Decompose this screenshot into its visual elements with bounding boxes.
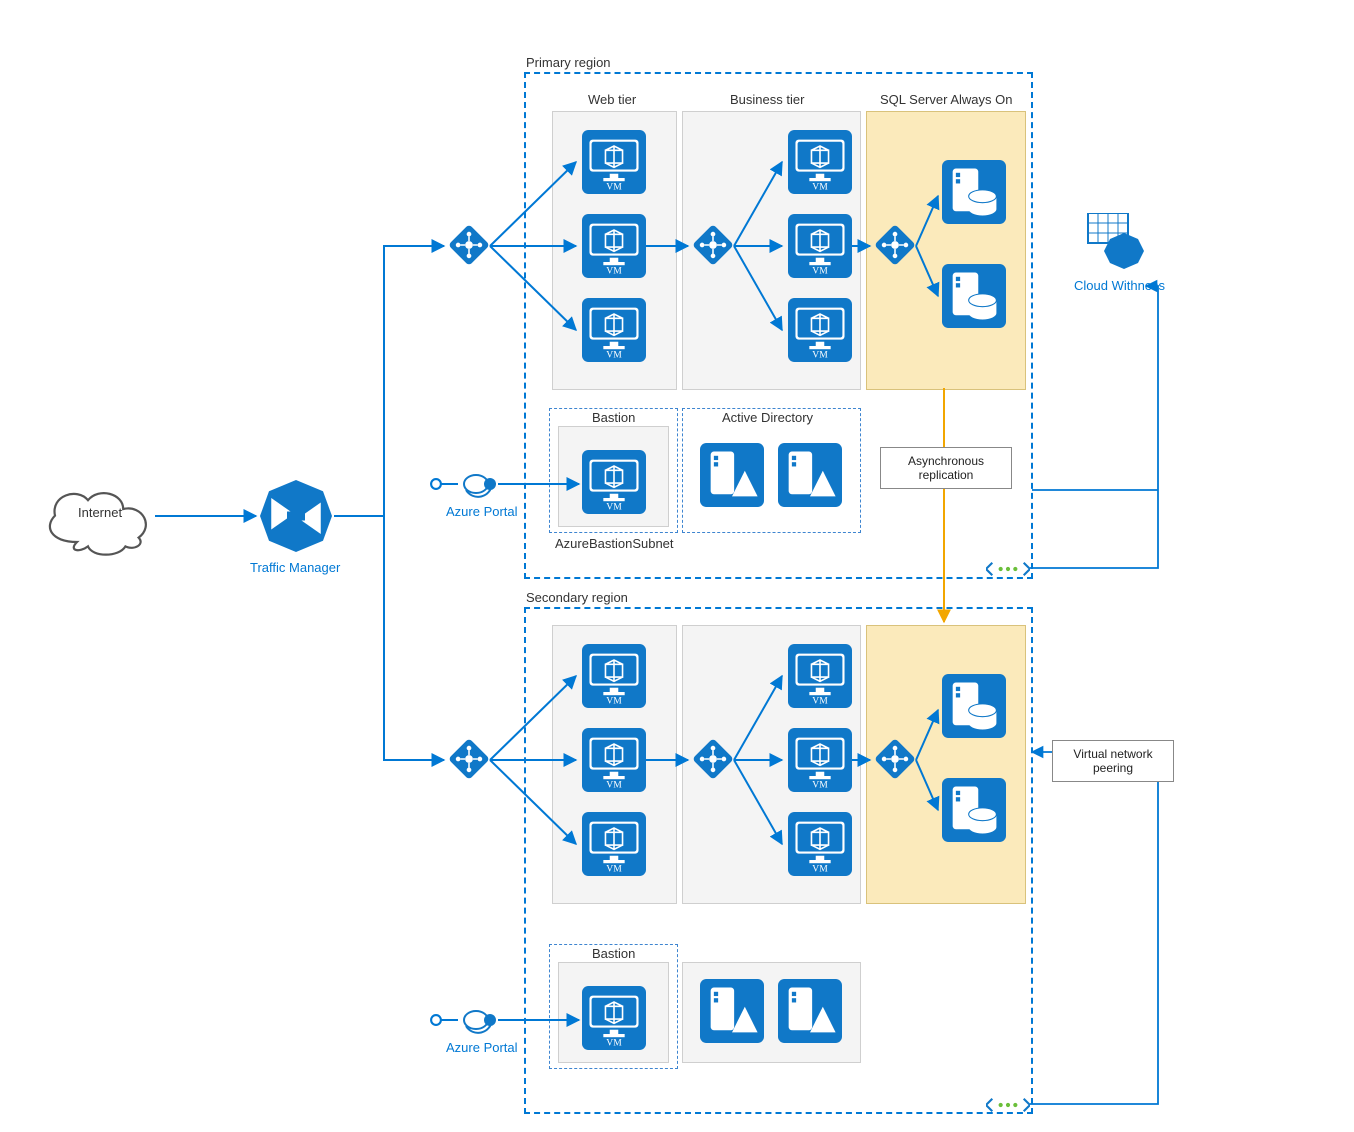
internet-label: Internet [78,505,122,520]
primary-bastion-label: Bastion [592,410,635,425]
primary-bastion-subnet-label: AzureBastionSubnet [555,536,674,551]
replication-label-1: Asynchronous [891,454,1001,468]
peering-label-2: peering [1063,761,1163,775]
primary-lb-sql [874,224,916,266]
cloud-witness-label: Cloud Withness [1074,278,1165,293]
primary-lb-biz [692,224,734,266]
secondary-sql-db-1 [942,674,1006,738]
peering-label-1: Virtual network [1063,747,1163,761]
secondary-sql-db-2 [942,778,1006,842]
primary-azure-portal-label: Azure Portal [446,504,518,519]
secondary-region-label: Secondary region [526,590,628,605]
secondary-azure-portal-icon [460,1006,498,1036]
primary-web-vm-1 [582,130,646,194]
traffic-manager-icon [260,480,332,552]
secondary-bastion-vm [582,986,646,1050]
traffic-manager-label: Traffic Manager [250,560,340,575]
secondary-bastion-label: Bastion [592,946,635,961]
primary-peering-icon [986,560,1030,578]
secondary-lb-biz [692,738,734,780]
secondary-web-vm-2 [582,728,646,792]
secondary-ad-server-1 [700,979,764,1043]
secondary-lb-web [448,738,490,780]
primary-bastion-vm [582,450,646,514]
secondary-web-vm-3 [582,812,646,876]
primary-biz-vm-3 [788,298,852,362]
secondary-lb-sql [874,738,916,780]
primary-web-tier-label: Web tier [588,92,636,107]
primary-biz-tier-label: Business tier [730,92,804,107]
secondary-biz-vm-2 [788,728,852,792]
primary-ad-server-2 [778,443,842,507]
primary-biz-vm-1 [788,130,852,194]
primary-web-vm-2 [582,214,646,278]
internet-cloud-icon [44,480,154,560]
primary-lb-web [448,224,490,266]
primary-biz-vm-2 [788,214,852,278]
primary-sql-db-2 [942,264,1006,328]
replication-label-2: replication [891,468,1001,482]
secondary-biz-vm-3 [788,812,852,876]
primary-web-vm-3 [582,298,646,362]
secondary-peering-icon [986,1096,1030,1114]
cloud-witness-icon [1086,213,1148,271]
primary-region-label: Primary region [526,55,611,70]
primary-ad-server-1 [700,443,764,507]
primary-ad-label: Active Directory [722,410,813,425]
secondary-biz-vm-1 [788,644,852,708]
secondary-web-vm-1 [582,644,646,708]
secondary-azure-portal-label: Azure Portal [446,1040,518,1055]
secondary-ad-server-2 [778,979,842,1043]
peering-callout: Virtual network peering [1052,740,1174,782]
primary-sql-tier-label: SQL Server Always On [880,92,1012,107]
replication-callout: Asynchronous replication [880,447,1012,489]
primary-sql-db-1 [942,160,1006,224]
primary-azure-portal-icon [460,470,498,500]
